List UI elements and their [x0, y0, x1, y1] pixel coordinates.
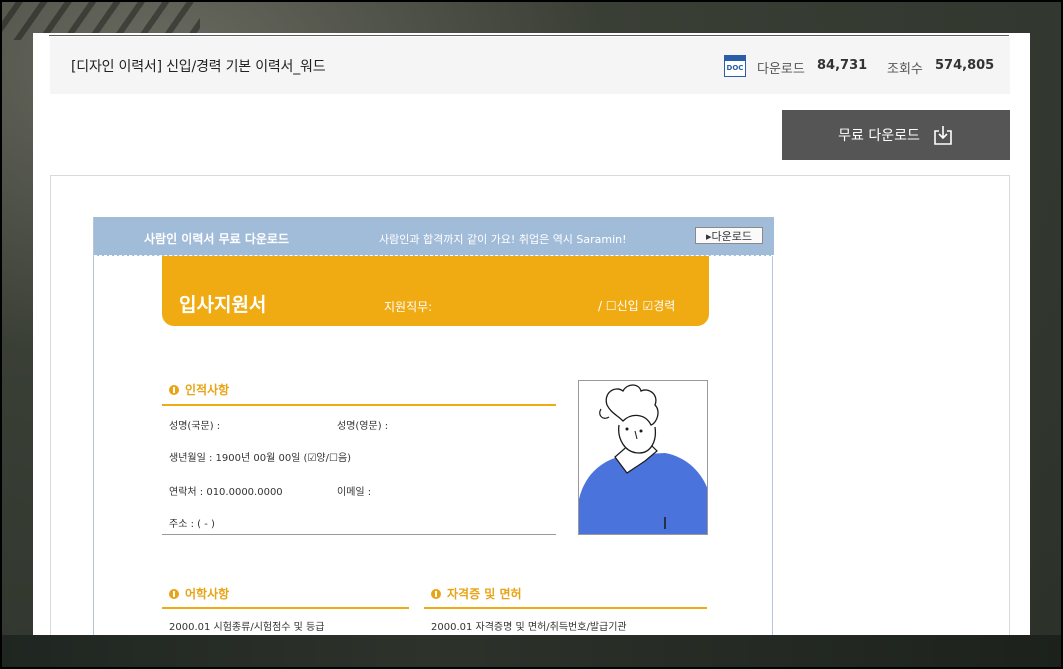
field-name-korean: 성명(국문) :: [169, 421, 221, 432]
info-bullet-icon: [169, 385, 179, 395]
section-bottom-divider: [162, 534, 556, 535]
content-panel: [디자인 이력서] 신입/경력 기본 이력서_워드 DOC 다운로드 84,73…: [33, 33, 1030, 635]
section-language: 어학사항: [169, 585, 229, 602]
field-email: 이메일 :: [337, 487, 372, 498]
download-icon: [934, 126, 952, 145]
section-personal-info: 인적사항: [169, 381, 229, 398]
profile-photo-illustration: [578, 380, 708, 535]
field-birthdate: 생년월일 : 1900년 00월 00일 (☑양/☐음): [169, 453, 352, 464]
field-address: 주소 : ( - ): [169, 519, 215, 530]
resume-header: 입사지원서 지원직무: / ☐신입 ☑경력: [162, 256, 709, 326]
preview-download-button[interactable]: ▸다운로드: [695, 227, 763, 244]
section-language-label: 어학사항: [185, 587, 230, 601]
document-info-bar: [디자인 이력서] 신입/경력 기본 이력서_워드 DOC 다운로드 84,73…: [50, 37, 1010, 94]
resume-job-field: 지원직무:: [384, 300, 433, 314]
section-license-label: 자격증 및 면허: [447, 587, 522, 601]
person-illustration-icon: [579, 384, 707, 534]
resume-preview: 사람인 이력서 무료 다운로드 사람인과 합격까지 같이 가요! 취업은 역시 …: [93, 217, 774, 635]
section-divider: [162, 404, 556, 406]
resume-preview-frame: 사람인 이력서 무료 다운로드 사람인과 합격까지 같이 가요! 취업은 역시 …: [50, 175, 1010, 635]
free-download-label: 무료 다운로드: [838, 128, 920, 144]
language-row: 2000.01 시험종류/시험점수 및 등급: [169, 622, 325, 633]
section-divider: [162, 607, 409, 609]
section-divider: [424, 607, 707, 609]
doc-file-icon: DOC: [724, 55, 746, 77]
doc-file-icon-label: DOC: [726, 64, 744, 72]
section-license: 자격증 및 면허: [431, 585, 522, 602]
free-download-button[interactable]: 무료 다운로드: [782, 110, 1010, 160]
field-name-english: 성명(영문) :: [337, 421, 389, 432]
preview-banner: 사람인 이력서 무료 다운로드 사람인과 합격까지 같이 가요! 취업은 역시 …: [94, 217, 774, 256]
section-personal-info-label: 인적사항: [185, 383, 230, 397]
background-bottom-strip: [0, 635, 1063, 669]
view-count: 574,805: [935, 58, 995, 73]
resume-career-type: / ☐신입 ☑경력: [598, 299, 676, 313]
info-bullet-icon: [431, 589, 441, 599]
preview-banner-slogan: 사람인과 합격까지 같이 가요! 취업은 역시 Saramin!: [379, 233, 627, 246]
document-title: [디자인 이력서] 신입/경력 기본 이력서_워드: [71, 59, 326, 75]
view-count-label: 조회수: [887, 62, 923, 77]
preview-banner-title: 사람인 이력서 무료 다운로드: [144, 232, 290, 246]
resume-header-title: 입사지원서: [179, 294, 267, 316]
field-contact: 연락처 : 010.0000.0000: [169, 487, 283, 498]
download-count: 84,731: [817, 58, 868, 73]
info-bullet-icon: [169, 589, 179, 599]
download-count-label: 다운로드: [757, 62, 805, 77]
top-divider: [49, 35, 1009, 36]
license-row: 2000.01 자격증명 및 면허/취득번호/발급기관: [431, 622, 627, 633]
